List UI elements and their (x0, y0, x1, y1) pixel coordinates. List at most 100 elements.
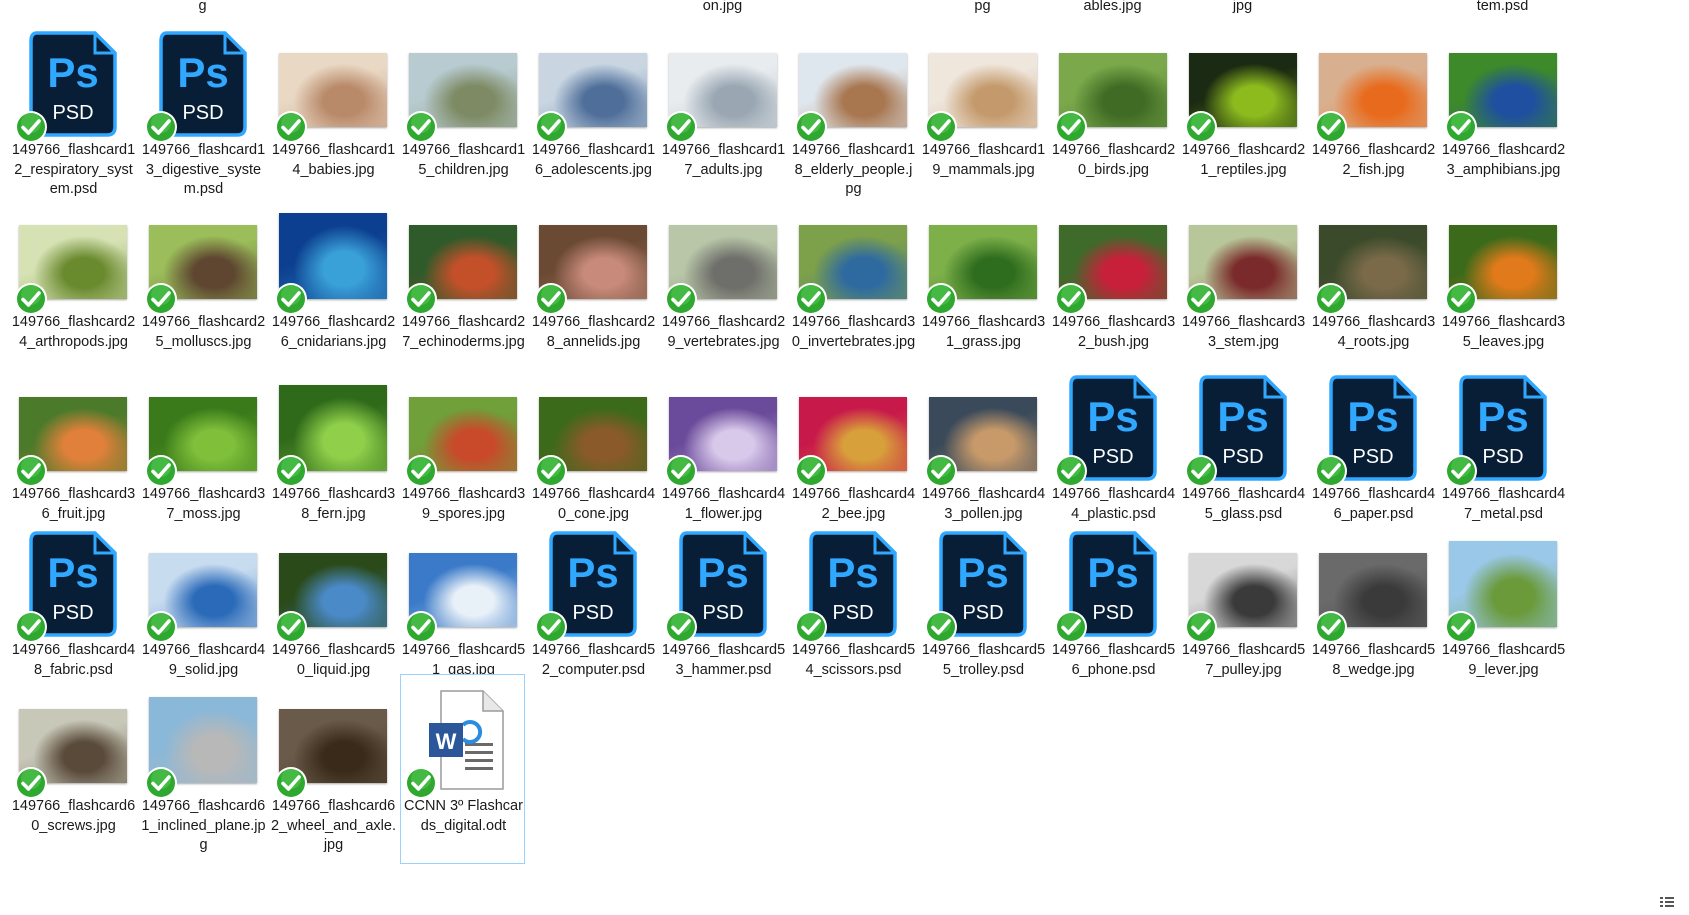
file-item[interactable]: 149766_flashcard17_adults.jpg (660, 18, 785, 208)
file-item[interactable]: 149766_flashcard25_molluscs.jpg (140, 190, 265, 380)
file-thumbnail: Ps PSD (925, 529, 1037, 643)
file-item[interactable]: 149766_flashcard31_grass.jpg (920, 190, 1045, 380)
sync-check-icon (15, 283, 47, 315)
svg-text:Ps: Ps (1217, 393, 1268, 440)
sync-check-icon (15, 455, 47, 487)
file-thumbnail (1445, 29, 1557, 143)
file-thumbnail (275, 685, 387, 799)
file-item[interactable]: 149766_flashcard20_birds.jpg (1050, 18, 1175, 208)
file-item[interactable]: 149766_flashcard61_inclined_plane.jpg (140, 674, 266, 864)
file-item[interactable]: 149766_flashcard21_reptiles.jpg (1180, 18, 1305, 208)
file-name-label: 149766_flashcard31_grass.jpg (921, 314, 1046, 350)
file-item[interactable]: 149766_flashcard58_wedge.jpg (1310, 518, 1435, 708)
sync-check-icon (795, 283, 827, 315)
file-name-label: 149766_flashcard35_leaves.jpg (1441, 314, 1566, 350)
sync-check-icon (925, 611, 957, 643)
file-thumbnail (1185, 29, 1297, 143)
file-thumbnail (665, 373, 777, 487)
file-item[interactable]: 149766_flashcard26_cnidarians.jpg (270, 190, 395, 380)
top-row-partial-labels: g on.jpg pg ables.jpg jpg tem.psd (0, 0, 1689, 16)
file-thumbnail (405, 529, 517, 643)
file-thumbnail (795, 201, 907, 315)
file-item[interactable]: 149766_flashcard32_bush.jpg (1050, 190, 1175, 380)
sync-check-icon (275, 283, 307, 315)
partial-file-label: ables.jpg (1083, 0, 1142, 14)
file-thumbnail (535, 29, 647, 143)
sync-check-icon (275, 455, 307, 487)
file-name-label: 149766_flashcard57_pulley.jpg (1181, 642, 1306, 678)
file-item[interactable]: 149766_flashcard62_wheel_and_axle.jpg (270, 674, 396, 864)
svg-text:Ps: Ps (957, 549, 1008, 596)
partial-file-label: pg (974, 0, 991, 14)
svg-text:PSD: PSD (1092, 602, 1133, 624)
file-item[interactable]: 149766_flashcard60_screws.jpg (10, 674, 135, 864)
file-item[interactable]: 149766_flashcard35_leaves.jpg (1440, 190, 1565, 380)
file-item[interactable]: 149766_flashcard18_elderly_people.jpg (790, 18, 915, 208)
file-item[interactable]: 149766_flashcard16_adolescents.jpg (530, 18, 655, 208)
svg-text:Ps: Ps (827, 549, 878, 596)
file-item[interactable]: 149766_flashcard24_arthropods.jpg (10, 190, 135, 380)
file-item[interactable]: 149766_flashcard15_children.jpg (400, 18, 525, 208)
file-name-label: 149766_flashcard61_inclined_plane.jpg (141, 798, 266, 853)
file-item[interactable]: 149766_flashcard30_invertebrates.jpg (790, 190, 915, 380)
file-name-label: 149766_flashcard60_screws.jpg (11, 798, 136, 834)
sync-check-icon (15, 767, 47, 799)
file-item[interactable]: Ps PSD 149766_flashcard56_phone.psd (1050, 518, 1175, 708)
svg-text:PSD: PSD (832, 602, 873, 624)
svg-text:Ps: Ps (1347, 393, 1398, 440)
file-thumbnail: Ps PSD (535, 529, 647, 643)
file-item[interactable]: 149766_flashcard22_fish.jpg (1310, 18, 1435, 208)
file-thumbnail: Ps PSD (1055, 529, 1167, 643)
file-item[interactable]: 149766_flashcard59_lever.jpg (1440, 518, 1565, 708)
file-thumbnail (145, 529, 257, 643)
sync-check-icon (925, 455, 957, 487)
file-item[interactable]: 149766_flashcard23_amphibians.jpg (1440, 18, 1565, 208)
file-thumbnail (795, 373, 907, 487)
svg-text:Ps: Ps (47, 49, 98, 96)
file-name-label: 149766_flashcard56_phone.psd (1051, 642, 1176, 678)
sync-check-icon (1445, 283, 1477, 315)
file-item[interactable]: 149766_flashcard33_stem.jpg (1180, 190, 1305, 380)
file-item[interactable]: Ps PSD 149766_flashcard53_hammer.psd (660, 518, 785, 708)
file-item[interactable]: 149766_flashcard27_echinoderms.jpg (400, 190, 525, 380)
file-thumbnail (535, 201, 647, 315)
file-thumbnail (15, 201, 127, 315)
view-toggle-icon[interactable] (1659, 895, 1675, 909)
file-thumbnail: Ps PSD (665, 529, 777, 643)
file-item[interactable]: Ps PSD 149766_flashcard55_trolley.psd (920, 518, 1045, 708)
sync-check-icon (665, 111, 697, 143)
sync-check-icon (145, 767, 177, 799)
svg-text:Ps: Ps (1477, 393, 1528, 440)
file-item[interactable]: 149766_flashcard19_mammals.jpg (920, 18, 1045, 208)
svg-text:PSD: PSD (962, 602, 1003, 624)
file-item[interactable]: Ps PSD 149766_flashcard12_respiratory_syst… (10, 18, 135, 208)
sync-check-icon (925, 283, 957, 315)
file-name-label: 149766_flashcard52_computer.psd (531, 642, 656, 678)
file-thumbnail (405, 373, 517, 487)
file-thumbnail (405, 201, 517, 315)
file-item[interactable]: Ps PSD 149766_flashcard13_digestive_system… (140, 18, 265, 208)
file-name-label: 149766_flashcard27_echinoderms.jpg (401, 314, 526, 350)
sync-check-icon (665, 455, 697, 487)
sync-check-icon (15, 111, 47, 143)
file-item[interactable]: 149766_flashcard14_babies.jpg (270, 18, 395, 208)
file-item[interactable]: 149766_flashcard34_roots.jpg (1310, 190, 1435, 380)
sync-check-icon (405, 111, 437, 143)
file-thumbnail (145, 201, 257, 315)
sync-check-icon (1445, 455, 1477, 487)
file-thumbnail (925, 29, 1037, 143)
file-name-label: 149766_flashcard58_wedge.jpg (1311, 642, 1436, 678)
file-item[interactable]: Ps PSD 149766_flashcard52_computer.psd (530, 518, 655, 708)
file-item[interactable]: 149766_flashcard29_vertebrates.jpg (660, 190, 785, 380)
sync-check-icon (1055, 455, 1087, 487)
file-item[interactable]: Ps PSD 149766_flashcard54_scissors.psd (790, 518, 915, 708)
file-item[interactable]: 149766_flashcard28_annelids.jpg (530, 190, 655, 380)
sync-check-icon (145, 283, 177, 315)
file-item[interactable]: W CCNN 3º Flashcards_digital.odt (400, 674, 525, 864)
file-thumbnail (15, 373, 127, 487)
svg-text:PSD: PSD (1352, 446, 1393, 468)
file-name-label: 149766_flashcard53_hammer.psd (661, 642, 786, 678)
file-thumbnail: Ps PSD (1315, 373, 1427, 487)
file-thumbnail (1315, 201, 1427, 315)
file-item[interactable]: 149766_flashcard57_pulley.jpg (1180, 518, 1305, 708)
